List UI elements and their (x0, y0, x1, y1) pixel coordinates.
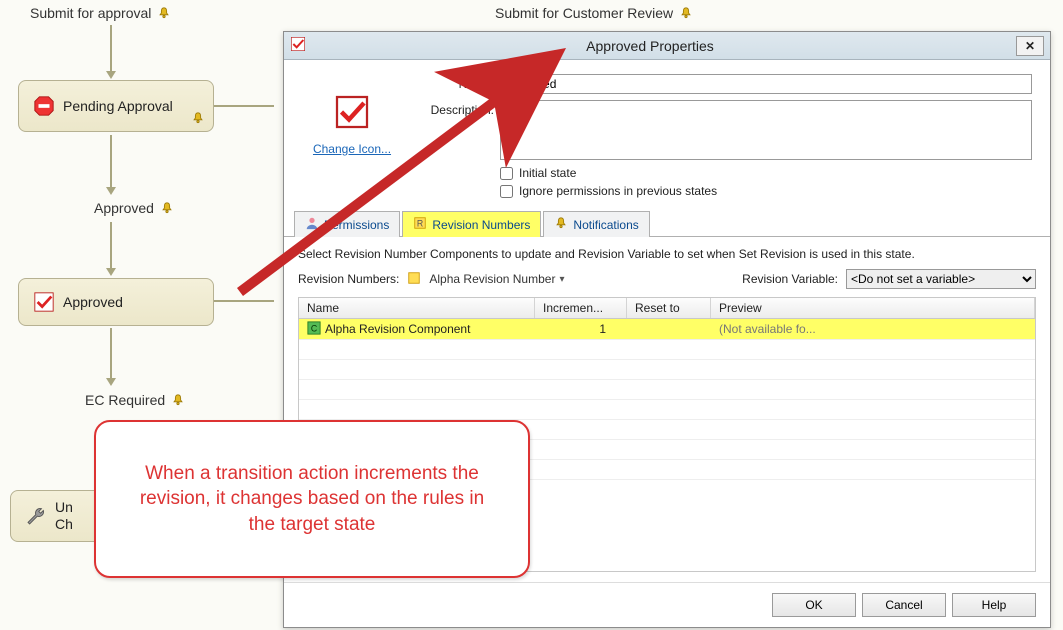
initial-state-checkbox[interactable] (500, 167, 513, 180)
col-preview[interactable]: Preview (711, 298, 1035, 318)
col-increment[interactable]: Incremen... (535, 298, 627, 318)
ignore-permissions-checkbox[interactable] (500, 185, 513, 198)
node-label: UnCh (55, 499, 73, 533)
col-reset[interactable]: Reset to (627, 298, 711, 318)
bell-icon (679, 6, 693, 20)
arrow-icon (110, 135, 112, 193)
bell-icon (191, 111, 205, 125)
cancel-button[interactable]: Cancel (862, 593, 946, 617)
ok-button[interactable]: OK (772, 593, 856, 617)
transition-approved: Approved (94, 200, 174, 216)
wrench-icon (25, 505, 47, 527)
initial-state-label: Initial state (519, 166, 576, 180)
rev-numbers-dropdown[interactable]: Alpha Revision Number (429, 272, 564, 286)
instruction-text: Select Revision Number Components to upd… (298, 247, 1036, 261)
ignore-permissions-label: Ignore permissions in previous states (519, 184, 717, 198)
bell-icon (157, 6, 171, 20)
workflow-node-approved[interactable]: Approved (18, 278, 214, 326)
tab-permissions[interactable]: Permissions (294, 211, 400, 237)
check-icon (290, 36, 306, 55)
connector-icon (214, 105, 274, 107)
annotation-callout: When a transition action increments the … (94, 420, 530, 578)
rev-variable-label: Revision Variable: (742, 272, 838, 286)
rev-variable-select[interactable]: <Do not set a variable> (846, 269, 1036, 289)
state-icon (332, 92, 372, 132)
revision-icon (407, 271, 421, 288)
tab-revision-numbers[interactable]: R Revision Numbers (402, 211, 541, 237)
svg-text:R: R (417, 219, 423, 229)
arrow-icon (110, 328, 112, 384)
transition-submit-customer: Submit for Customer Review (495, 5, 693, 21)
stop-icon (33, 95, 55, 117)
check-icon (33, 291, 55, 313)
dialog-title: Approved Properties (312, 38, 1016, 54)
transition-ec-required: EC Required (85, 392, 185, 408)
rev-numbers-label: Revision Numbers: (298, 272, 399, 286)
revision-icon: R (413, 216, 427, 233)
name-label: Name: (420, 74, 500, 91)
component-icon: C (307, 321, 321, 338)
initial-state-row[interactable]: Initial state (500, 166, 1032, 180)
workflow-node-pending-approval[interactable]: Pending Approval (18, 80, 214, 132)
person-icon (305, 216, 319, 233)
table-row[interactable]: C Alpha Revision Component 1 (Not availa… (299, 319, 1035, 339)
node-label: Approved (63, 294, 123, 311)
node-label: Pending Approval (63, 98, 173, 115)
bell-icon (160, 201, 174, 215)
change-icon-link[interactable]: Change Icon... (313, 142, 391, 156)
ignore-permissions-row[interactable]: Ignore permissions in previous states (500, 184, 1032, 198)
tab-notifications[interactable]: Notifications (543, 211, 649, 237)
dialog-titlebar: Approved Properties ✕ (284, 32, 1050, 60)
svg-text:C: C (311, 323, 317, 333)
help-button[interactable]: Help (952, 593, 1036, 617)
transition-submit-approval: Submit for approval (30, 5, 171, 21)
arrow-icon (110, 25, 112, 77)
bell-icon (554, 216, 568, 233)
close-icon: ✕ (1025, 39, 1035, 53)
close-button[interactable]: ✕ (1016, 36, 1044, 56)
connector-icon (214, 300, 274, 302)
col-name[interactable]: Name (299, 298, 535, 318)
arrow-icon (110, 222, 112, 274)
description-input[interactable] (500, 100, 1032, 160)
name-input[interactable] (500, 74, 1032, 94)
description-label: Description: (420, 100, 500, 117)
bell-icon (171, 393, 185, 407)
